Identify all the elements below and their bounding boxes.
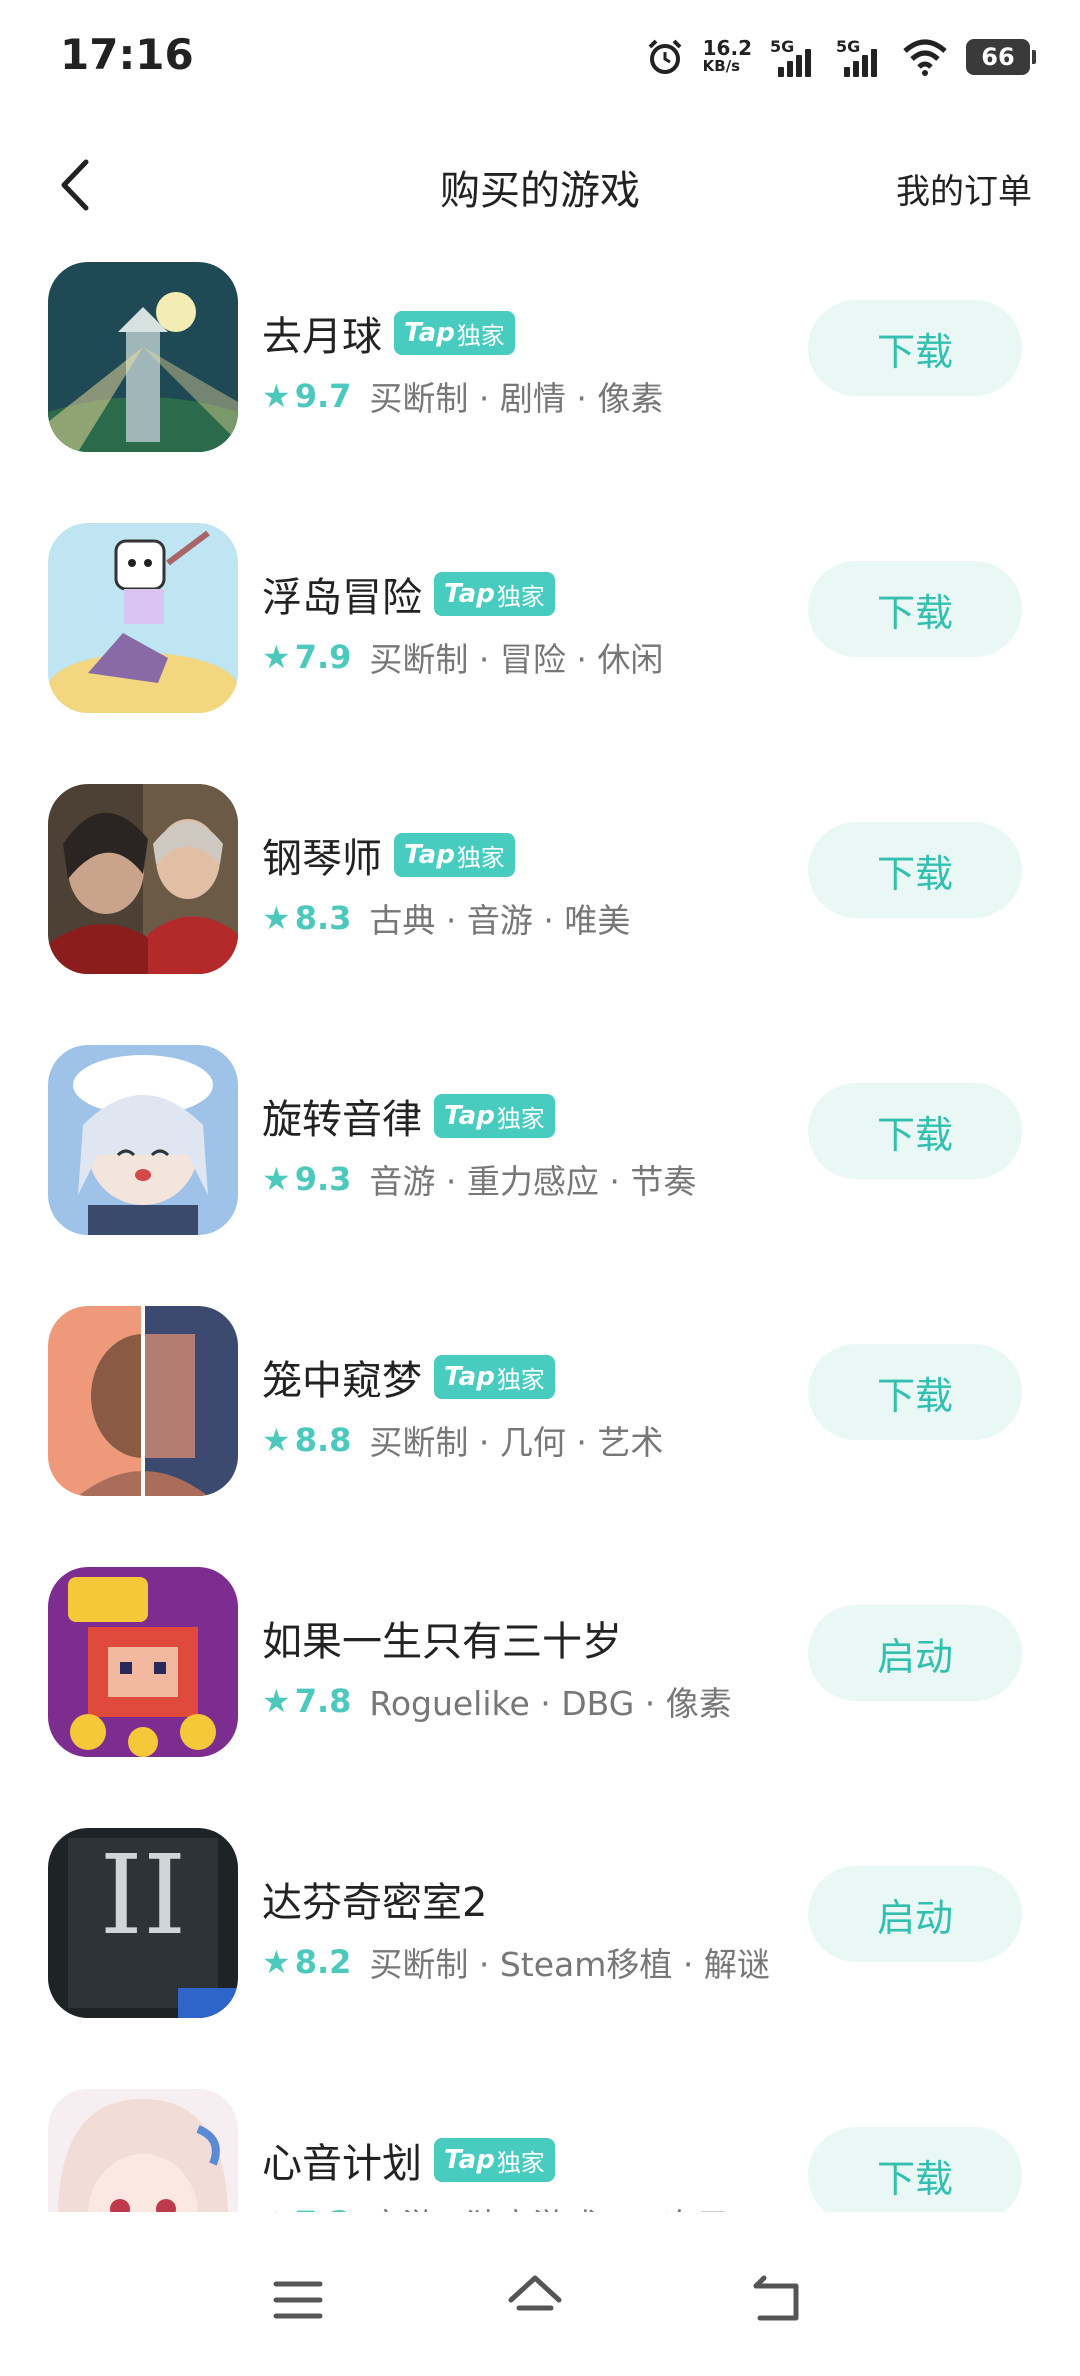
- heartbeat-plan-icon: [48, 2089, 238, 2212]
- launch-button[interactable]: 启动: [808, 1866, 1022, 1962]
- alarm-icon: [648, 39, 682, 74]
- star-icon: ★: [262, 1682, 291, 1720]
- game-name: 笼中窥梦: [262, 1358, 422, 1404]
- svg-text:II: II: [100, 1831, 187, 1959]
- game-tags: Roguelike · DBG · 像素: [369, 1684, 732, 1723]
- star-icon: ★: [262, 377, 291, 415]
- game-rating: 7.2: [295, 2204, 352, 2212]
- header: 购买的游戏 我的订单: [0, 140, 1080, 230]
- tap-exclusive-badge: Tap 独家: [394, 311, 515, 355]
- game-name: 去月球: [262, 314, 382, 360]
- launch-button[interactable]: 启动: [808, 1605, 1022, 1701]
- back-icon[interactable]: [746, 2270, 806, 2330]
- game-item[interactable]: 旋转音律 Tap 独家 ★ 9.3 音游 · 重力感应 · 节奏 下载: [0, 1045, 1080, 1306]
- net-speed: 16.2 KB/s: [702, 36, 752, 75]
- game-name: 旋转音律: [262, 1097, 422, 1143]
- my-orders-link[interactable]: 我的订单: [896, 164, 1032, 213]
- game-rating: 9.3: [294, 1160, 352, 1198]
- game-name: 心音计划: [262, 2141, 422, 2187]
- davinci-room-icon: II: [48, 1828, 238, 2018]
- star-icon: ★: [262, 638, 291, 676]
- game-tags: 买断制 · 几何 · 艺术: [369, 1423, 664, 1462]
- game-item[interactable]: 笼中窥梦 Tap 独家 ★ 8.8 买断制 · 几何 · 艺术 下载: [0, 1306, 1080, 1567]
- battery-icon: 66: [966, 39, 1036, 75]
- star-icon: ★: [262, 1421, 291, 1459]
- menu-icon[interactable]: [268, 2270, 328, 2330]
- rotaeno-icon: [48, 1045, 238, 1235]
- download-button[interactable]: 下载: [808, 300, 1022, 396]
- net-speed-value: 16.2: [702, 36, 752, 60]
- game-tags: 古典 · 音游 · 唯美: [369, 901, 631, 940]
- game-tags: 音游 · 重力感应 · 节奏: [369, 1162, 697, 1201]
- game-tags: 买断制 · Steam移植 · 解谜: [369, 1945, 770, 1984]
- to-the-moon-icon: [48, 262, 238, 452]
- wifi-icon: [903, 39, 947, 76]
- game-rating: 8.2: [294, 1943, 352, 1981]
- game-item[interactable]: 钢琴师 Tap 独家 ★ 8.3 古典 · 音游 · 唯美 下载: [0, 784, 1080, 1045]
- tap-exclusive-badge: Tap 独家: [434, 1355, 555, 1399]
- game-item[interactable]: 去月球 Tap 独家 ★ 9.7 买断制 · 剧情 · 像素 下载: [0, 262, 1080, 523]
- tap-exclusive-badge: Tap 独家: [434, 572, 555, 616]
- thirty-years-icon: [48, 1567, 238, 1757]
- star-icon: ★: [262, 1943, 291, 1981]
- game-rating: 7.9: [294, 638, 352, 676]
- sim1-signal-icon: 5G: [770, 37, 818, 77]
- download-button[interactable]: 下载: [808, 1083, 1022, 1179]
- game-item[interactable]: 如果一生只有三十岁 ★ 7.8 Roguelike · DBG · 像素 启动: [0, 1567, 1080, 1828]
- star-icon: ★: [262, 1160, 291, 1198]
- download-button[interactable]: 下载: [808, 1344, 1022, 1440]
- game-tags: 买断制 · 剧情 · 像素: [369, 379, 664, 418]
- status-time: 17:16: [60, 30, 194, 79]
- download-button[interactable]: 下载: [808, 561, 1022, 657]
- download-button[interactable]: 下载: [808, 2127, 1022, 2212]
- download-button[interactable]: 下载: [808, 822, 1022, 918]
- game-rating: 8.8: [294, 1421, 352, 1459]
- system-nav-bar: [0, 2230, 1080, 2376]
- game-tags: 音游 · 独立游戏 · 二次元: [369, 2199, 729, 2212]
- game-name: 钢琴师: [262, 836, 382, 882]
- game-item[interactable]: 心音计划 Tap独家 ★ 7.2 音游 · 独立游戏 · 二次元 下载: [0, 2089, 1080, 2212]
- tap-exclusive-badge: Tap 独家: [434, 1094, 555, 1138]
- game-name: 如果一生只有三十岁: [262, 1619, 622, 1665]
- tap-exclusive-badge: Tap 独家: [434, 2138, 555, 2182]
- game-item[interactable]: 浮岛冒险 Tap 独家 ★ 7.9 买断制 · 冒险 · 休闲 下载: [0, 523, 1080, 784]
- status-bar: 17:16 16.2 KB/s 5G 5G 66: [0, 0, 1080, 120]
- game-rating: 7.8: [294, 1682, 352, 1720]
- game-name: 达芬奇密室2: [262, 1880, 488, 1926]
- star-icon: ★: [262, 2204, 291, 2212]
- float-island-icon: [48, 523, 238, 713]
- game-tags: 买断制 · 冒险 · 休闲: [369, 640, 664, 679]
- game-rating: 9.7: [294, 377, 352, 415]
- purchased-games-list: 去月球 Tap 独家 ★ 9.7 买断制 · 剧情 · 像素 下载 浮岛冒险 Ta…: [0, 262, 1080, 2212]
- tap-exclusive-badge: Tap 独家: [394, 833, 515, 877]
- game-name: 浮岛冒险: [262, 575, 422, 621]
- game-rating: 8.3: [294, 899, 352, 937]
- game-item[interactable]: II 达芬奇密室2 ★ 8.2 买断制 · Steam移植 · 解谜 启动: [0, 1828, 1080, 2089]
- net-speed-unit: KB/s: [702, 57, 741, 75]
- pianist-icon: [48, 784, 238, 974]
- status-icons: 16.2 KB/s 5G 5G 66: [645, 32, 1036, 82]
- sim2-signal-icon: 5G: [836, 37, 884, 77]
- home-icon[interactable]: [505, 2270, 565, 2330]
- star-icon: ★: [262, 899, 291, 937]
- moncage-icon: [48, 1306, 238, 1496]
